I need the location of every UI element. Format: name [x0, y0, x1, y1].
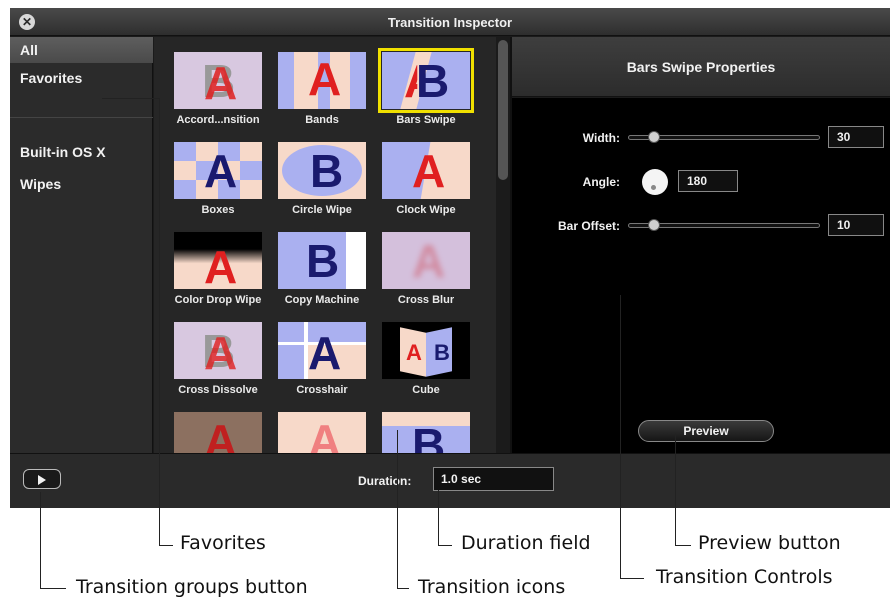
bar-offset-field[interactable]: 10: [828, 214, 884, 236]
cross-dissolve-transition-icon: B A: [174, 322, 262, 379]
duration-callout-line: [438, 545, 452, 546]
transition-item[interactable]: A: [270, 397, 374, 453]
angle-label: Angle:: [582, 175, 620, 189]
transition-label: Circle Wipe: [292, 204, 352, 216]
controls-callout-line: [620, 295, 621, 578]
circle-wipe-transition-icon: B: [278, 142, 366, 199]
duration-field-callout: Duration field: [461, 532, 591, 554]
duration-field[interactable]: 1.0 sec: [433, 467, 554, 491]
accordion-transition-icon: B A: [174, 52, 262, 109]
color-drop-wipe-transition-icon: A: [174, 232, 262, 289]
sidebar-divider: [10, 117, 153, 118]
duration-label: Duration:: [358, 474, 412, 488]
width-slider-knob[interactable]: [648, 131, 660, 143]
cube-transition-icon: A B: [382, 322, 470, 379]
sidebar-item-all[interactable]: All: [10, 37, 153, 63]
copy-machine-transition-icon: B: [278, 232, 366, 289]
width-field[interactable]: 30: [828, 126, 884, 148]
bands-transition-icon: A: [278, 52, 366, 109]
transition-controls-callout: Transition Controls: [656, 566, 833, 588]
favorites-callout-line: [102, 98, 160, 99]
bottom-bar: Duration: 1.0 sec: [10, 453, 890, 508]
transition-groups-button[interactable]: [23, 469, 61, 489]
favorites-callout-line: [159, 98, 160, 545]
sidebar-item-favorites[interactable]: Favorites: [10, 65, 153, 91]
transition-label: Clock Wipe: [396, 204, 456, 216]
transition-label: Accord...nsition: [176, 114, 260, 126]
transition-item[interactable]: A: [166, 397, 270, 453]
icons-callout-line: [397, 430, 398, 588]
boxes-transition-icon: A: [174, 142, 262, 199]
transition-groups-sidebar: All Favorites Built-in OS X Wipes: [10, 37, 153, 453]
preview-callout-line: [675, 434, 676, 545]
transition-inspector-window: ✕ Transition Inspector All Favorites Bui…: [10, 8, 890, 508]
sidebar-item-built-in-os-x[interactable]: Built-in OS X: [10, 139, 153, 165]
icons-callout-line: [397, 588, 409, 589]
preview-button[interactable]: Preview: [638, 420, 774, 442]
bars-swipe-transition-icon: B A: [378, 48, 474, 113]
transition-item[interactable]: B: [374, 397, 478, 453]
controls-callout-line: [620, 578, 644, 579]
bar-offset-label: Bar Offset:: [557, 219, 620, 233]
transition-cross-dissolve[interactable]: B A Cross Dissolve: [166, 307, 270, 397]
transition-cube[interactable]: A B Cube: [374, 307, 478, 397]
transition-label: Bars Swipe: [396, 114, 456, 126]
width-label: Width:: [582, 131, 620, 145]
angle-indicator: [651, 185, 656, 190]
transition-crosshair[interactable]: A Crosshair: [270, 307, 374, 397]
preview-button-callout: Preview button: [698, 532, 841, 554]
groups-button-callout-line: [40, 492, 41, 588]
transition-color-drop-wipe[interactable]: A Color Drop Wipe: [166, 217, 270, 307]
transition-thumbnail-icon: A: [278, 412, 366, 453]
favorites-callout: Favorites: [180, 532, 266, 554]
transition-thumbnail-icon: B: [382, 412, 470, 453]
transition-bars-swipe[interactable]: B A Bars Swipe: [374, 37, 478, 127]
clock-wipe-transition-icon: A: [382, 142, 470, 199]
transition-label: Copy Machine: [284, 294, 360, 306]
transition-boxes[interactable]: A Boxes: [166, 127, 270, 217]
icon-grid-scrollbar[interactable]: [498, 40, 508, 180]
transition-clock-wipe[interactable]: A Clock Wipe: [374, 127, 478, 217]
transition-label: Boxes: [201, 204, 235, 216]
transition-controls: Width: 30 Angle: 180 Bar Offset: 10 Prev…: [512, 98, 890, 453]
groups-button-callout-line: [40, 588, 66, 589]
preview-callout-line: [675, 545, 691, 546]
properties-header: Bars Swipe Properties: [512, 37, 890, 97]
crosshair-transition-icon: A: [278, 322, 366, 379]
transition-cross-blur[interactable]: A Cross Blur: [374, 217, 478, 307]
transition-accordion[interactable]: B A Accord...nsition: [166, 37, 270, 127]
sidebar-item-wipes[interactable]: Wipes: [10, 171, 153, 197]
transition-label: Cross Dissolve: [178, 384, 258, 396]
transition-label: Color Drop Wipe: [174, 294, 262, 306]
play-icon: [38, 475, 46, 485]
transition-icons-grid: B A Accord...nsition A Bands B A Bars Sw…: [154, 37, 496, 453]
transition-label: Cube: [412, 384, 440, 396]
transition-circle-wipe[interactable]: B Circle Wipe: [270, 127, 374, 217]
cross-blur-transition-icon: A: [382, 232, 470, 289]
transition-label: Crosshair: [296, 384, 348, 396]
transition-icons-callout: Transition icons: [418, 576, 566, 598]
transition-bands[interactable]: A Bands: [270, 37, 374, 127]
duration-callout-line: [438, 490, 439, 545]
transition-groups-button-callout: Transition groups button: [76, 576, 308, 598]
bar-offset-slider-knob[interactable]: [648, 219, 660, 231]
properties-title: Bars Swipe Properties: [626, 59, 776, 75]
favorites-callout-line: [159, 545, 173, 546]
title-bar: ✕ Transition Inspector: [10, 8, 890, 36]
angle-field[interactable]: 180: [678, 170, 738, 192]
transition-thumbnail-icon: A: [174, 412, 262, 453]
angle-dial[interactable]: [642, 169, 668, 195]
window-title: Transition Inspector: [387, 15, 513, 30]
transition-label: Bands: [305, 114, 339, 126]
transition-copy-machine[interactable]: B Copy Machine: [270, 217, 374, 307]
transition-label: Cross Blur: [397, 294, 455, 306]
